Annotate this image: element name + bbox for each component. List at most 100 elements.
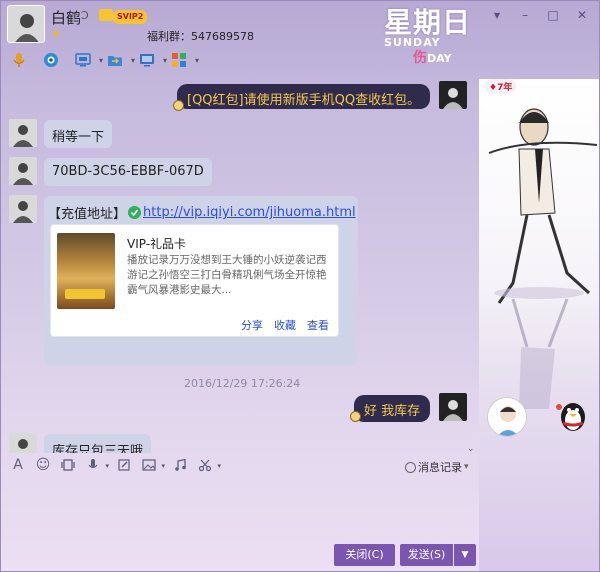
close-button[interactable]: 关闭(C) [334,544,395,566]
message-bubble-outgoing[interactable]: 好 我库存 [354,395,431,422]
verified-icon [128,206,142,219]
chevron-down-icon[interactable]: ▾ [195,56,199,65]
message-list[interactable]: [QQ红包]请使用新版手机QQ查收红包。 稍等一下 70BD-3C56-EBBF… [1,79,479,453]
shake-window-button[interactable] [59,456,77,474]
message-timestamp: 2016/12/29 17:26:24 [184,377,301,390]
crown-icon [99,9,113,21]
voice-call-button[interactable] [9,50,29,70]
microphone-icon [88,459,98,469]
show-figure-image [488,108,598,304]
qq-penguin-icon[interactable] [555,397,591,433]
card-actions: 分享 收藏 查看 [50,314,339,337]
contact-avatar[interactable] [7,5,45,43]
maximize-button[interactable]: □ [545,7,561,23]
shake-icon [61,459,75,471]
contact-avatar-small[interactable] [9,195,37,223]
emoji-button[interactable]: ☺ [34,456,52,474]
video-call-button[interactable] [41,50,61,70]
scroll-down-icon[interactable]: ⌄ [467,444,475,453]
clock-icon [405,461,416,473]
card-view-link[interactable]: 查看 [307,317,329,333]
minimize-button[interactable]: – [517,7,533,23]
send-options-button[interactable]: ▼ [454,544,476,566]
chevron-down-icon[interactable]: ▾ [131,56,135,65]
message-input[interactable] [1,477,479,541]
profile-panel: ♦7年 [479,79,599,571]
chat-toolbar: ▾ ▾ ▾ ▾ [9,49,201,71]
message-bubble-incoming[interactable]: 稍等一下 [44,120,113,148]
remote-assist-button[interactable]: ▾ [73,50,103,70]
chevron-down-icon[interactable]: ▾ [105,462,109,470]
message-bubble-incoming[interactable]: 库存只包三天哦 [44,434,152,453]
camera-icon [44,53,58,67]
chevron-down-icon[interactable]: ▾ [99,56,103,65]
contact-avatar-small[interactable] [9,433,37,453]
poster-logo [65,289,105,299]
chevron-down-icon[interactable]: ▾ [217,462,221,470]
card-description: 播放记录万万没想到王大锤的小妖逆袭记西游记之孙悟空三打白骨精巩俐气场全开惊艳霸气… [127,254,327,296]
window-controls: ▾ – □ ✕ [489,7,593,23]
card-share-link[interactable]: 分享 [241,317,263,333]
link-card-message[interactable]: 【充值地址】 http://vip.iqiyi.com/jihuoma.html… [44,196,358,366]
message-bubble-incoming[interactable]: 70BD-3C56-EBBF-067D [44,158,212,186]
card-header: 【充值地址】 http://vip.iqiyi.com/jihuoma.html [48,203,356,222]
card-link[interactable]: http://vip.iqiyi.com/jihuoma.html [143,205,356,220]
mood-word: DAY [427,52,452,65]
send-file-button[interactable]: ▾ [105,50,135,70]
profile-avatar[interactable] [487,397,527,437]
folder-icon [108,56,122,66]
card-collect-link[interactable]: 收藏 [274,317,296,333]
apps-grid-icon [172,53,186,67]
chat-window: 白鹤 Ɔ SVIP2 ★ 福利群：547689578 星期日 SUNDAY 伤D… [0,0,600,572]
screenshot-button[interactable]: ▾ [196,456,221,474]
message-text: 稍等一下 [52,130,105,145]
chevron-down-icon[interactable]: ▾ [161,462,165,470]
voice-message-button[interactable]: ▾ [84,456,109,474]
message-history-button[interactable]: 消息记录 ▾ [405,459,469,475]
message-bubble-outgoing[interactable]: [QQ红包]请使用新版手机QQ查收红包。 [177,84,431,109]
contact-avatar-small[interactable] [9,119,37,147]
weekday-subtitle: 伤DAY [413,47,452,67]
settings-dropdown-button[interactable]: ▾ [489,7,505,23]
music-button[interactable] [171,456,189,474]
image-icon [142,459,156,471]
contact-signature: 福利群：547689578 [147,30,254,43]
edit-button[interactable] [115,456,133,474]
star-icon: ★ [51,27,61,40]
send-button[interactable]: 发送(S) [400,544,453,566]
message-text: [QQ红包]请使用新版手机QQ查收红包。 [187,93,421,108]
qq-age-badge: ♦7年 [485,79,517,94]
contact-avatar-small[interactable] [9,157,37,185]
message-text: 库存只包三天哦 [52,444,144,453]
card-label: 【充值地址】 [48,207,127,222]
image-button[interactable]: ▾ [140,456,165,474]
qq-age-label: 7年 [497,83,513,93]
contact-name[interactable]: 白鹤 [51,7,81,28]
chevron-down-icon[interactable]: ▾ [163,56,167,65]
screen-share-icon [140,54,154,67]
nickname-mark: Ɔ [81,9,89,22]
scissors-icon [198,459,212,472]
diamond-icon: ♦ [489,83,498,93]
my-avatar[interactable] [439,81,467,109]
chevron-down-icon[interactable]: ▾ [464,462,469,472]
microphone-icon [13,53,25,67]
pencil-icon [118,459,130,471]
bubble-pendant-icon [350,411,361,422]
mood-char: 伤 [413,50,427,66]
screen-share-button[interactable]: ▾ [137,50,167,70]
font-button[interactable]: A [9,456,27,474]
weekday-title: 星期日 [384,6,472,39]
card-title: VIP-礼品卡 [127,237,187,251]
close-window-button[interactable]: ✕ [571,7,593,23]
card-thumbnail [57,233,115,309]
bubble-pendant-icon [173,100,184,111]
apps-button[interactable]: ▾ [169,50,199,70]
message-text: 70BD-3C56-EBBF-067D [52,164,204,179]
message-history-label: 消息记录 [418,461,462,474]
my-avatar[interactable] [439,393,467,421]
window-header: 白鹤 Ɔ SVIP2 ★ 福利群：547689578 星期日 SUNDAY 伤D… [1,1,599,79]
remote-desktop-icon [75,53,91,67]
svip-badge[interactable]: SVIP2 [113,10,148,24]
music-note-icon [175,458,186,471]
